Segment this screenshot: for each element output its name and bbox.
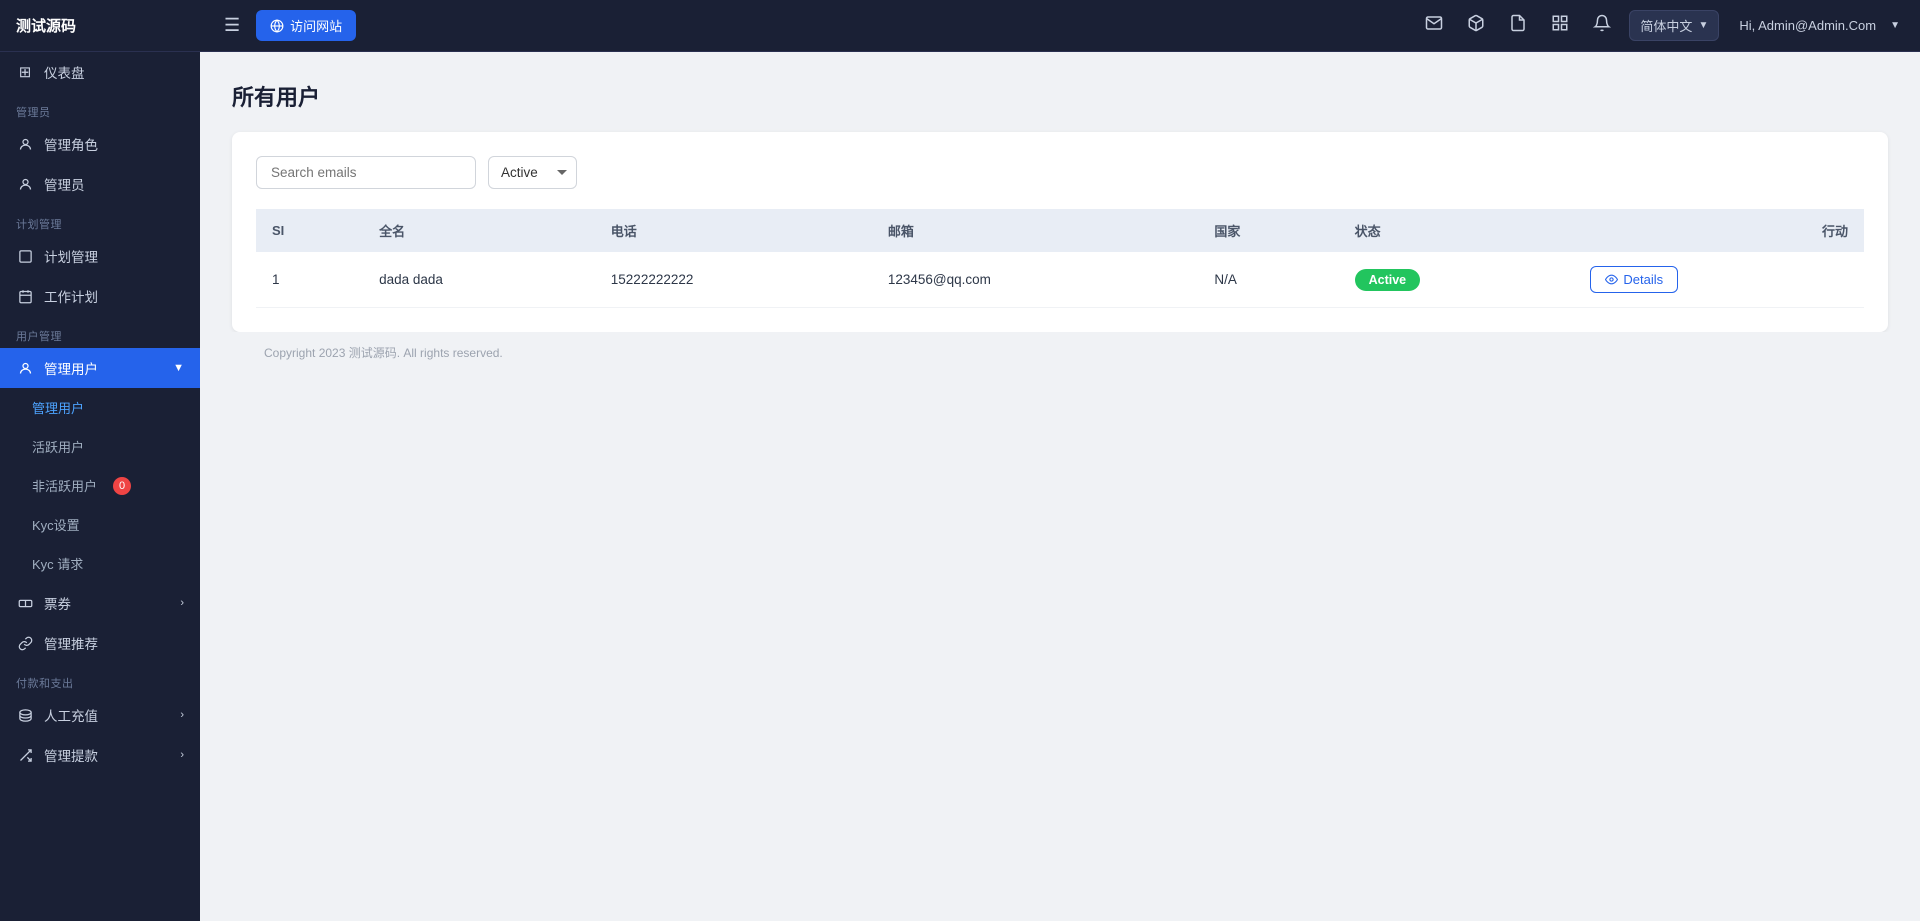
sidebar: 测试源码 ⊞ 仪表盘 管理员 管理角色 管理员 计划管理 计划管理 工作计划 用… <box>0 0 200 921</box>
manage-withdrawals-icon <box>16 746 34 764</box>
language-selector[interactable]: 简体中文 ▼ <box>1629 10 1719 41</box>
sidebar-item-plan-mgmt[interactable]: 计划管理 <box>0 236 200 276</box>
cell-fullname: dada dada <box>363 252 595 308</box>
copyright-text: Copyright 2023 测试源码. All rights reserved… <box>264 346 503 360</box>
sidebar-item-label: 管理员 <box>44 174 85 194</box>
dashboard-icon: ⊞ <box>16 63 34 81</box>
users-card: Active Inactive All SI 全名 电话 邮箱 国家 <box>232 132 1888 332</box>
chevron-right-icon: › <box>180 597 184 609</box>
sidebar-sub-label: 活跃用户 <box>32 437 84 456</box>
chevron-right-icon3: › <box>180 749 184 761</box>
cell-email: 123456@qq.com <box>872 252 1198 308</box>
col-phone: 电话 <box>595 209 872 252</box>
col-status: 状态 <box>1339 209 1575 252</box>
manage-users-icon <box>16 359 34 377</box>
work-plan-icon <box>16 287 34 305</box>
sidebar-item-label: 工作计划 <box>44 286 98 306</box>
sidebar-item-label: 管理推荐 <box>44 633 98 653</box>
sidebar-item-manage-withdrawals[interactable]: 管理提款 › <box>0 735 200 775</box>
grid-icon[interactable] <box>1545 8 1575 43</box>
admin-roles-icon <box>16 135 34 153</box>
content-area: 所有用户 Active Inactive All SI 全名 <box>200 52 1920 921</box>
document-icon[interactable] <box>1503 8 1533 43</box>
footer: Copyright 2023 测试源码. All rights reserved… <box>232 332 1888 373</box>
lang-chevron-icon: ▼ <box>1698 20 1708 31</box>
inactive-users-badge: 0 <box>113 477 131 495</box>
table-row: 1 dada dada 15222222222 123456@qq.com N/… <box>256 252 1864 308</box>
cell-phone: 15222222222 <box>595 252 872 308</box>
bell-icon[interactable] <box>1587 8 1617 43</box>
details-button[interactable]: Details <box>1590 266 1678 293</box>
sidebar-sub-label: 管理用户 <box>32 398 84 417</box>
sidebar-item-label: 计划管理 <box>44 246 98 266</box>
sidebar-item-admin-roles[interactable]: 管理角色 <box>0 124 200 164</box>
chevron-down-icon: ▼ <box>173 362 184 374</box>
topbar-user: Hi, Admin@Admin.Com <box>1739 18 1876 33</box>
sidebar-item-manage-users-sub[interactable]: 管理用户 <box>0 388 200 427</box>
col-email: 邮箱 <box>872 209 1198 252</box>
sidebar-item-label: 仪表盘 <box>44 62 85 82</box>
hamburger-button[interactable]: ☰ <box>220 11 244 40</box>
sidebar-sub-label: 非活跃用户 <box>32 476 97 495</box>
email-icon[interactable] <box>1419 8 1449 43</box>
sidebar-item-admins[interactable]: 管理员 <box>0 164 200 204</box>
chevron-right-icon2: › <box>180 709 184 721</box>
filter-row: Active Inactive All <box>256 156 1864 189</box>
admins-icon <box>16 175 34 193</box>
sidebar-item-label: 管理角色 <box>44 134 98 154</box>
sidebar-item-kyc-settings[interactable]: Kyc设置 <box>0 505 200 544</box>
user-chevron-icon: ▼ <box>1890 20 1900 31</box>
referrals-icon <box>16 634 34 652</box>
status-filter[interactable]: Active Inactive All <box>488 156 577 189</box>
package-icon[interactable] <box>1461 8 1491 43</box>
sidebar-item-coupons[interactable]: 票券 › <box>0 583 200 623</box>
sidebar-sub-label: Kyc设置 <box>32 515 80 534</box>
sidebar-item-active-users[interactable]: 活跃用户 <box>0 427 200 466</box>
sidebar-item-label: 人工充值 <box>44 705 98 725</box>
col-action: 行动 <box>1574 209 1864 252</box>
sidebar-item-kyc-request[interactable]: Kyc 请求 <box>0 544 200 583</box>
lang-label: 简体中文 <box>1640 16 1692 35</box>
sidebar-item-label: 管理提款 <box>44 745 98 765</box>
users-table: SI 全名 电话 邮箱 国家 状态 行动 1 dada dada <box>256 209 1864 308</box>
sidebar-item-work-plan[interactable]: 工作计划 <box>0 276 200 316</box>
section-label-payments: 付款和支出 <box>0 663 200 695</box>
sidebar-item-referrals[interactable]: 管理推荐 <box>0 623 200 663</box>
cell-si: 1 <box>256 252 363 308</box>
sidebar-item-dashboard[interactable]: ⊞ 仪表盘 <box>0 52 200 92</box>
eye-icon <box>1605 273 1618 286</box>
plan-mgmt-icon <box>16 247 34 265</box>
status-badge: Active <box>1355 269 1421 291</box>
sidebar-item-label: 票券 <box>44 593 71 613</box>
cell-status: Active <box>1339 252 1575 308</box>
cell-country: N/A <box>1198 252 1338 308</box>
manual-recharge-icon <box>16 706 34 724</box>
visit-site-button[interactable]: 访问网站 <box>256 10 356 41</box>
globe-icon <box>270 19 284 33</box>
sidebar-item-manage-users[interactable]: 管理用户 ▼ <box>0 348 200 388</box>
section-label-plan: 计划管理 <box>0 204 200 236</box>
section-label-users: 用户管理 <box>0 316 200 348</box>
col-country: 国家 <box>1198 209 1338 252</box>
users-table-wrapper: SI 全名 电话 邮箱 国家 状态 行动 1 dada dada <box>256 209 1864 308</box>
search-input[interactable] <box>256 156 476 189</box>
sidebar-item-inactive-users[interactable]: 非活跃用户 0 <box>0 466 200 505</box>
sidebar-item-manual-recharge[interactable]: 人工充值 › <box>0 695 200 735</box>
details-label: Details <box>1623 272 1663 287</box>
sidebar-logo: 测试源码 <box>0 0 200 52</box>
main-area: ☰ 访问网站 简体中文 ▼ Hi, Admin@Admin.Com ▼ 所有用户 <box>200 0 1920 921</box>
col-si: SI <box>256 209 363 252</box>
topbar: ☰ 访问网站 简体中文 ▼ Hi, Admin@Admin.Com ▼ <box>200 0 1920 52</box>
sidebar-sub-label: Kyc 请求 <box>32 554 83 573</box>
table-header-row: SI 全名 电话 邮箱 国家 状态 行动 <box>256 209 1864 252</box>
section-label-admin: 管理员 <box>0 92 200 124</box>
coupons-icon <box>16 594 34 612</box>
page-title: 所有用户 <box>232 80 1888 112</box>
cell-action: Details <box>1574 252 1864 308</box>
sidebar-item-label: 管理用户 <box>44 358 98 378</box>
col-fullname: 全名 <box>363 209 595 252</box>
